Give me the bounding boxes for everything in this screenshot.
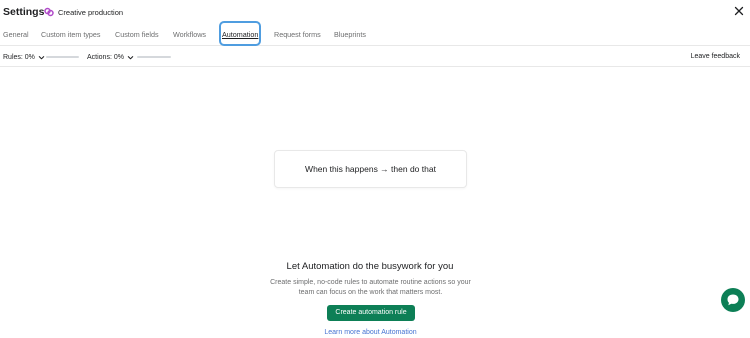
chat-button[interactable] (721, 288, 745, 312)
project-indicator: Creative production (44, 7, 123, 17)
tab-custom-item-types[interactable]: Custom item types (41, 20, 101, 46)
automation-toolbar: Rules: 0% Actions: 0% Leave feedback (0, 47, 750, 67)
chat-bubble-icon (727, 294, 739, 306)
actions-progress-bar (137, 56, 171, 58)
empty-state-heading: Let Automation do the busywork for you (286, 261, 454, 272)
rules-label: Rules: 0% (3, 53, 35, 61)
page-title: Settings (3, 6, 45, 18)
actions-dropdown[interactable]: Actions: 0% (87, 47, 134, 67)
settings-tabs: General Custom item types Custom fields … (0, 20, 750, 46)
leave-feedback-link[interactable]: Leave feedback (691, 53, 740, 60)
tab-custom-fields[interactable]: Custom fields (115, 20, 159, 46)
tab-request-forms[interactable]: Request forms (274, 20, 321, 46)
tab-general[interactable]: General (3, 20, 29, 46)
tab-automation[interactable]: Automation (219, 20, 262, 46)
chevron-down-icon (38, 55, 45, 59)
automation-example-card: When this happens → then do that (274, 150, 467, 188)
focus-ring (219, 21, 262, 46)
chevron-down-icon (127, 55, 134, 59)
tab-workflows[interactable]: Workflows (173, 20, 206, 46)
close-icon[interactable] (733, 5, 745, 17)
tab-blueprints[interactable]: Blueprints (334, 20, 366, 46)
project-icon (44, 7, 54, 17)
learn-more-link[interactable]: Learn more about Automation (270, 329, 471, 336)
rules-progress-bar (46, 56, 79, 58)
project-name: Creative production (58, 7, 124, 17)
empty-state-description: Create simple, no-code rules to automate… (270, 279, 471, 296)
rules-dropdown[interactable]: Rules: 0% (3, 47, 45, 67)
actions-label: Actions: 0% (87, 53, 124, 61)
create-automation-rule-button[interactable]: Create automation rule (327, 305, 415, 321)
